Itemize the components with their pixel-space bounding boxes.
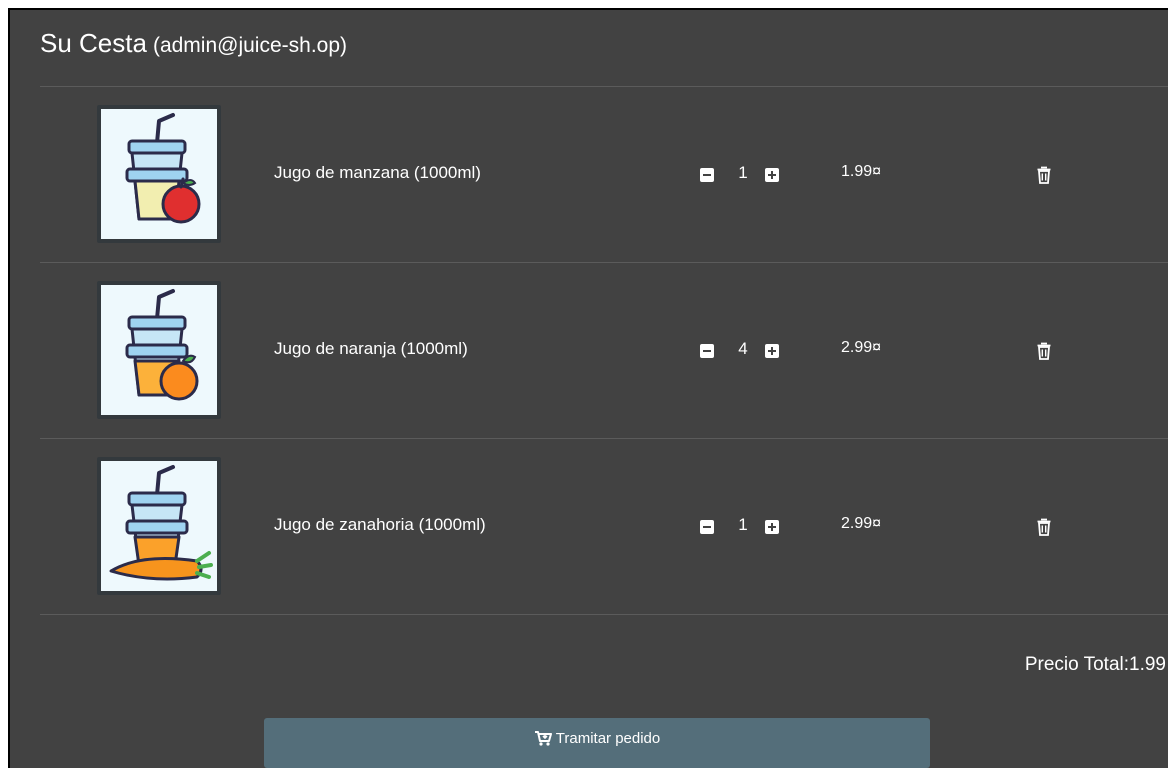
carrot-juice-image	[97, 457, 221, 595]
item-name: Jugo de naranja (1000ml)	[274, 339, 468, 358]
page-title: Su Cesta (admin@juice-sh.op)	[40, 28, 347, 59]
item-name: Jugo de manzana (1000ml)	[274, 163, 481, 182]
increase-quantity-button[interactable]	[765, 168, 779, 182]
basket-panel: Su Cesta (admin@juice-sh.op) Jugo de manz…	[8, 8, 1168, 768]
basket-row: Jugo de manzana (1000ml) 1 1.99¤	[40, 87, 1168, 263]
item-quantity: 1	[738, 163, 748, 182]
item-name: Jugo de zanahoria (1000ml)	[274, 515, 486, 534]
total-price: Precio Total:1.99	[1024, 654, 1166, 675]
decrease-quantity-button[interactable]	[700, 344, 714, 358]
item-quantity: 4	[738, 339, 748, 358]
basket-title: Su Cesta	[40, 28, 147, 58]
increase-quantity-button[interactable]	[765, 344, 779, 358]
trash-icon[interactable]	[1036, 518, 1052, 536]
trash-icon[interactable]	[1036, 342, 1052, 360]
basket-row: Jugo de zanahoria (1000ml) 1 2.99¤	[40, 439, 1168, 615]
item-price: 1.99¤	[841, 163, 882, 180]
decrease-quantity-button[interactable]	[700, 520, 714, 534]
checkout-button[interactable]: Tramitar pedido	[264, 718, 930, 768]
divider	[40, 614, 1168, 615]
decrease-quantity-button[interactable]	[700, 168, 714, 182]
orange-juice-image	[97, 281, 221, 419]
cart-arrow-icon	[534, 730, 552, 746]
item-price: 2.99¤	[841, 515, 882, 532]
increase-quantity-button[interactable]	[765, 520, 779, 534]
apple-juice-image	[97, 105, 221, 243]
user-email: (admin@juice-sh.op)	[152, 34, 348, 57]
trash-icon[interactable]	[1036, 166, 1052, 184]
item-price: 2.99¤	[841, 339, 882, 356]
basket-row: Jugo de naranja (1000ml) 4 2.99¤	[40, 263, 1168, 439]
checkout-label: Tramitar pedido	[555, 729, 661, 747]
item-quantity: 1	[738, 515, 748, 534]
